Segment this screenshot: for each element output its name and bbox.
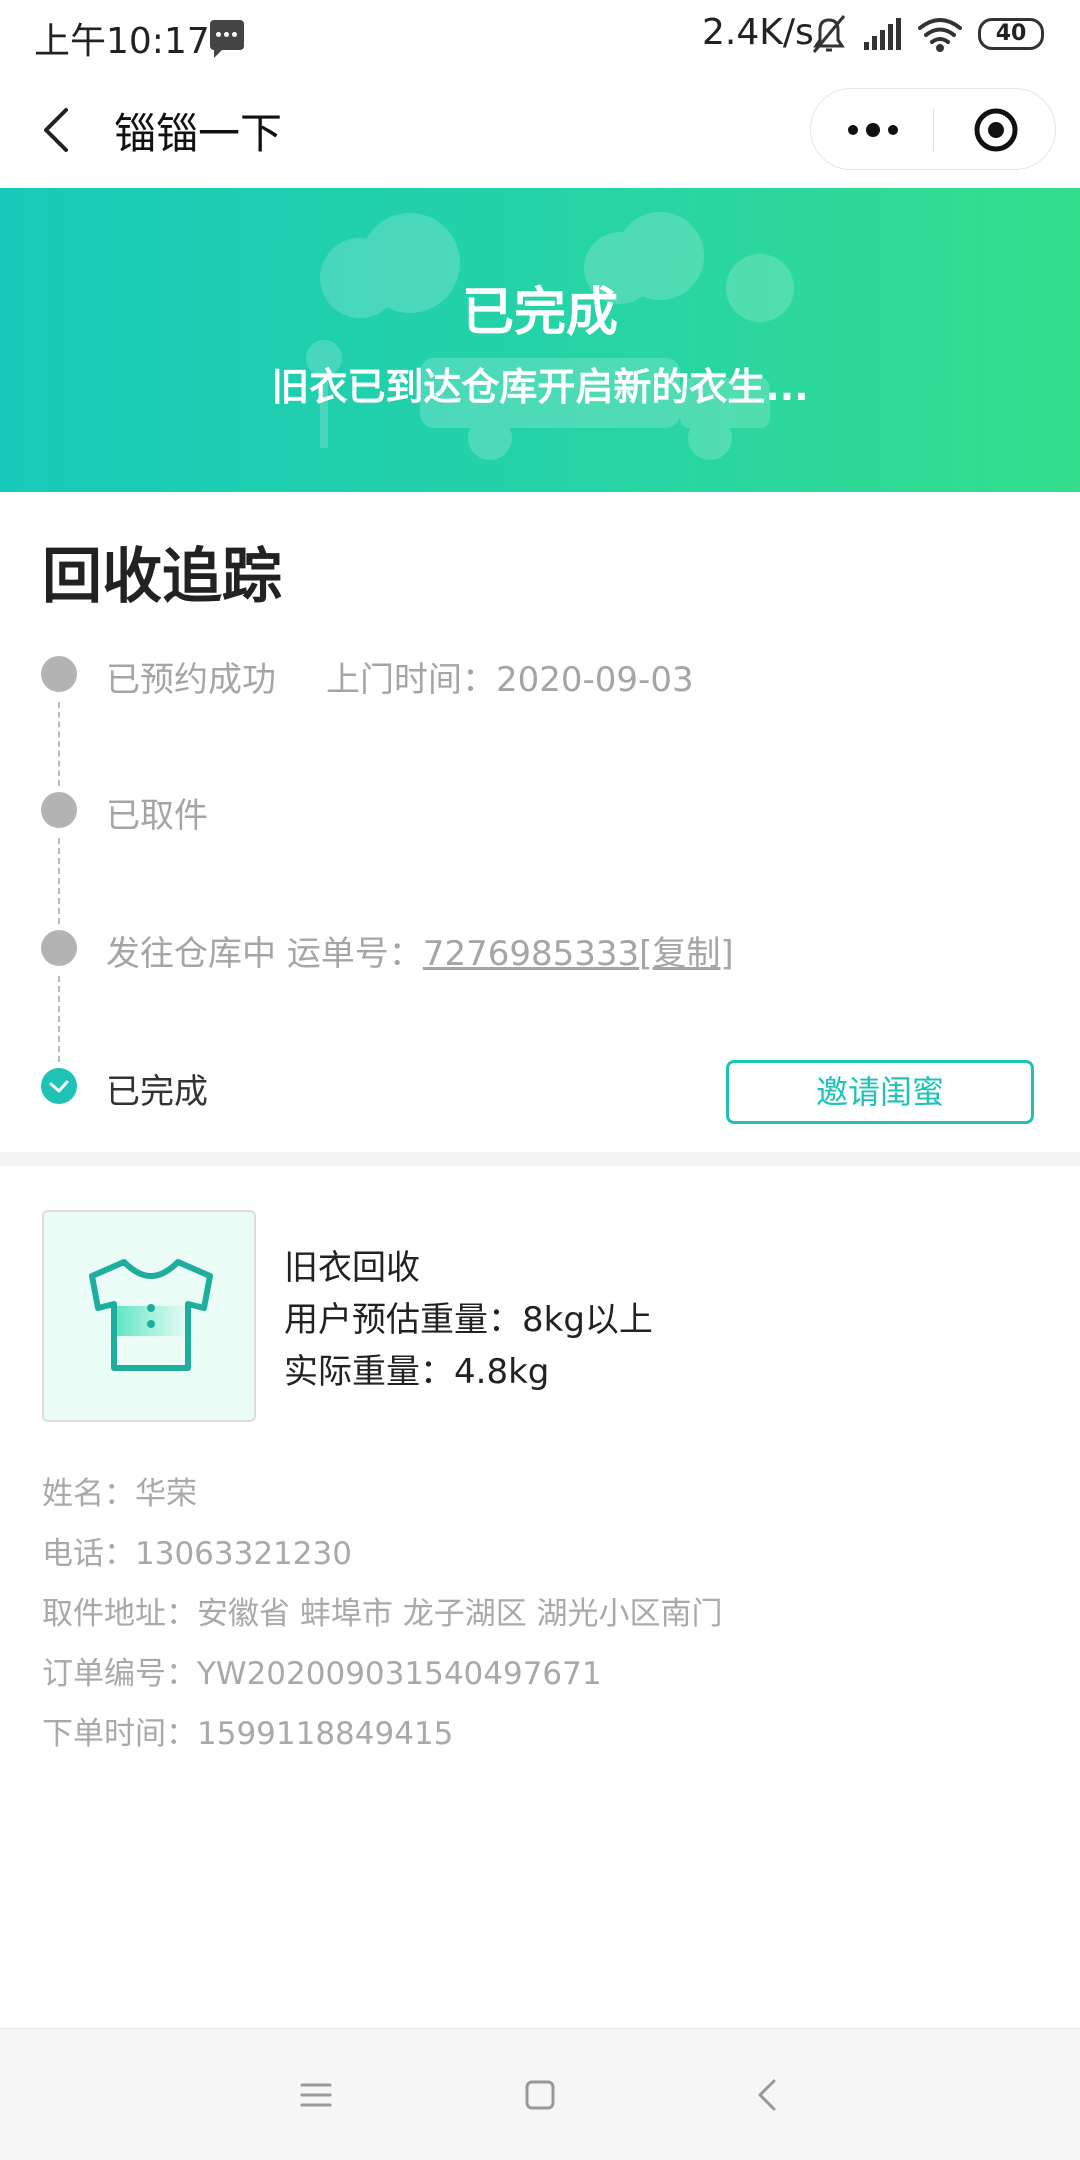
order-number: 订单编号：YW202009031540497671 (42, 1656, 602, 1692)
visit-time: 上门时间：2020-09-03 (326, 660, 694, 700)
step-label: 已取件 (106, 796, 208, 836)
banner-title: 已完成 (461, 283, 618, 343)
timeline-dot (41, 930, 77, 966)
timeline-connector (58, 976, 60, 1062)
step-label: 发往仓库中 (106, 934, 276, 974)
invite-friend-button[interactable]: 邀请闺蜜 (726, 1060, 1034, 1124)
network-speed: 2.4K/s (702, 12, 814, 53)
nav-title: 锱锱一下 (114, 109, 283, 158)
waybill-number-link[interactable]: 7276985333 (423, 934, 639, 974)
product-thumbnail (42, 1210, 256, 1422)
customer-name: 姓名：华荣 (42, 1476, 197, 1512)
banner-subtitle: 旧衣已到达仓库开启新的衣生... (271, 365, 809, 409)
customer-phone: 电话：13063321230 (42, 1536, 352, 1572)
battery-indicator: 40 (978, 18, 1044, 50)
capsule-divider (933, 109, 934, 151)
more-dots-icon[interactable] (845, 119, 901, 141)
signal-icon (864, 18, 901, 50)
step-completed: 已完成 (106, 1064, 208, 1113)
actual-weight: 实际重量：4.8kg (284, 1352, 550, 1392)
mute-bell-icon (812, 15, 846, 53)
nav-bar: 锱锱一下 (0, 70, 1080, 188)
tshirt-icon (89, 1259, 213, 1371)
step-picked-up: 已取件 (106, 788, 208, 837)
wifi-icon (918, 18, 962, 52)
menu-icon[interactable] (296, 2075, 336, 2115)
timeline-dot (41, 792, 77, 828)
message-icon (210, 20, 244, 58)
section-divider (0, 1152, 1080, 1166)
pickup-address: 取件地址：安徽省 蚌埠市 龙子湖区 湖光小区南门 (42, 1596, 723, 1632)
back-nav-icon[interactable] (748, 2075, 788, 2115)
product-name: 旧衣回收 (284, 1248, 420, 1288)
check-circle-icon (41, 1068, 77, 1104)
status-time: 上午10:17 (34, 21, 210, 62)
status-bar: 上午10:17 2.4K/s 40 (0, 0, 1080, 70)
home-icon[interactable] (520, 2075, 560, 2115)
timeline-dot (41, 656, 77, 692)
timeline-connector (58, 838, 60, 924)
system-nav-bar (0, 2028, 1080, 2160)
step-shipping: 发往仓库中 运单号：7276985333[复制] (106, 926, 734, 975)
section-title: 回收追踪 (42, 542, 282, 612)
back-arrow-icon[interactable] (38, 106, 82, 154)
step-label: 已预约成功 (106, 660, 276, 700)
estimated-weight: 用户预估重量：8kg以上 (284, 1300, 653, 1340)
timeline-connector (58, 702, 60, 786)
step-booked: 已预约成功 上门时间：2020-09-03 (106, 652, 694, 701)
step-label: 已完成 (106, 1072, 208, 1112)
mini-program-capsule (810, 88, 1056, 170)
waybill-prefix: 运单号： (286, 934, 423, 974)
order-time: 下单时间：1599118849415 (42, 1716, 454, 1752)
close-target-icon[interactable] (973, 107, 1019, 153)
copy-waybill-link[interactable]: [复制] (639, 934, 734, 974)
status-banner: 已完成 旧衣已到达仓库开启新的衣生... (0, 188, 1080, 492)
